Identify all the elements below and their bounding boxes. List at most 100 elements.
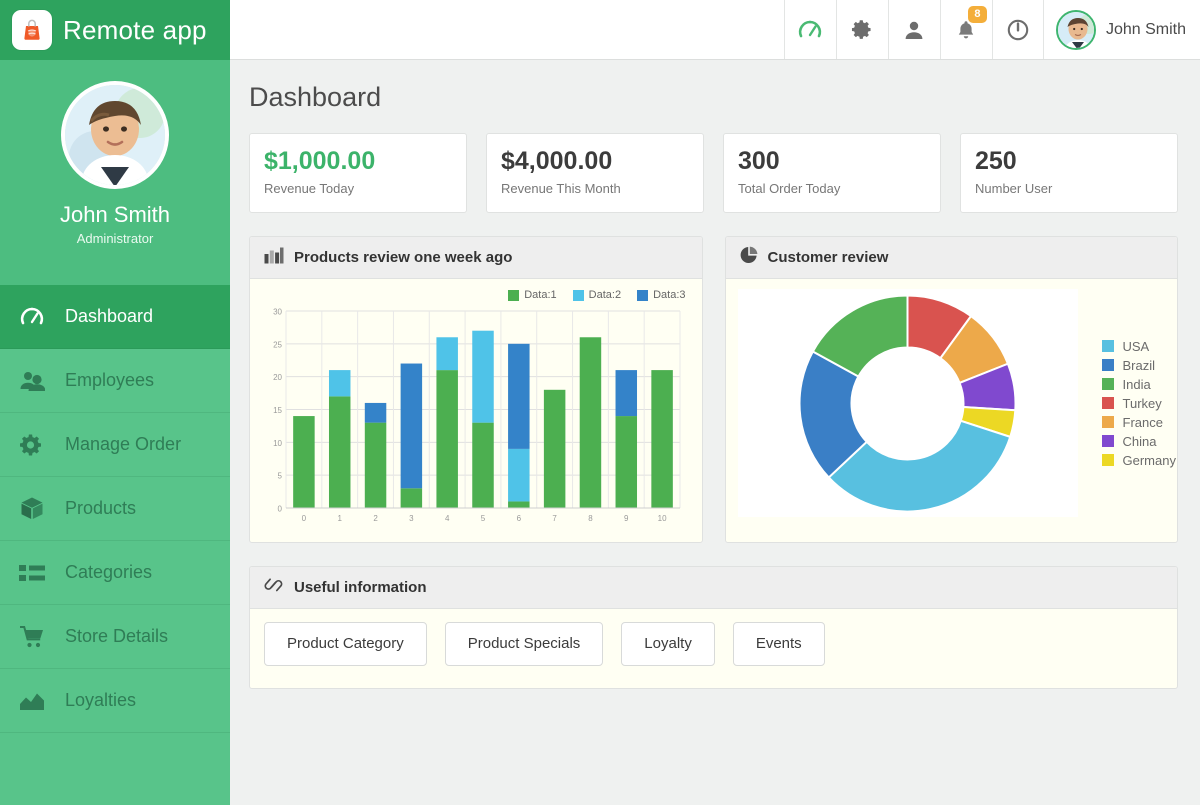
legend-label: Data:3 (653, 289, 686, 301)
sidebar-profile: John Smith Administrator (0, 60, 230, 285)
sidebar-item-employees[interactable]: Employees (0, 349, 230, 413)
panel-body: USA Brazil India Turkey France China Ger… (726, 279, 1178, 529)
bar-chart-plot: 0 5 10 15 20 25 30 0 1 2 3 4 5 6 7 8 9 10 (273, 308, 681, 523)
legend-item[interactable]: Data:2 (572, 289, 622, 301)
svg-text:2: 2 (373, 514, 378, 523)
legend-swatch (572, 289, 584, 301)
legend-swatch (637, 289, 649, 301)
svg-text:5: 5 (481, 514, 486, 523)
legend-swatch (1101, 340, 1114, 352)
sidebar-item-dashboard[interactable]: Dashboard (0, 285, 230, 349)
pie-chart-icon (740, 246, 758, 269)
svg-text:10: 10 (273, 439, 282, 448)
sidebar-item-label: Employees (65, 370, 155, 390)
sidebar-avatar (61, 81, 169, 189)
legend-item[interactable]: China (1101, 433, 1176, 449)
legend-label: France (1122, 414, 1163, 430)
legend-label: India (1122, 376, 1151, 392)
legend-item[interactable]: Brazil (1101, 358, 1176, 373)
stat-label: Total Order Today (738, 181, 841, 196)
panel-body: Data:1 Data:2 Data:3 0 5 10 15 20 25 30 0 (250, 279, 702, 542)
sidebar-item-loyalties[interactable]: Loyalties (0, 669, 230, 733)
sidebar-item-label: Manage Order (65, 434, 182, 454)
sidebar-item-products[interactable]: Products (0, 477, 230, 541)
box-icon (17, 496, 47, 521)
product-category-button[interactable]: Product Category (264, 622, 427, 666)
legend-item[interactable]: France (1101, 414, 1176, 430)
legend-swatch (1101, 378, 1114, 390)
svg-text:20: 20 (273, 373, 282, 382)
topbar-avatar (1055, 9, 1096, 50)
legend-item[interactable]: Data:1 (508, 289, 557, 301)
svg-text:3: 3 (409, 514, 414, 523)
legend-swatch (1101, 359, 1114, 371)
topbar-user-icon[interactable] (887, 0, 940, 59)
stat-card-revenue-this-month: $4,000.00 Revenue This Month (486, 133, 704, 213)
legend-label: Data:1 (524, 289, 557, 301)
topbar-user-menu[interactable]: John Smith (1044, 0, 1200, 59)
legend-label: Turkey (1122, 395, 1162, 411)
topbar-bell-icon[interactable]: 8 (939, 0, 992, 59)
svg-text:1: 1 (338, 514, 343, 523)
gauge-icon (17, 304, 47, 330)
svg-text:30: 30 (273, 308, 282, 317)
brand[interactable]: Remote app (0, 0, 230, 60)
sidebar-item-label: Categories (65, 562, 153, 582)
donut-plot-box (737, 289, 1078, 517)
legend-item[interactable]: India (1101, 376, 1176, 392)
gear-icon (17, 433, 47, 457)
svg-text:25: 25 (273, 340, 282, 349)
legend-label: Data:2 (588, 289, 622, 301)
legend-swatch (508, 289, 520, 301)
svg-text:5: 5 (278, 472, 283, 481)
product-specials-button[interactable]: Product Specials (444, 622, 604, 666)
brand-name: Remote app (63, 14, 207, 45)
legend-item[interactable]: USA (1101, 338, 1176, 354)
legend-item[interactable]: Turkey (1101, 395, 1176, 411)
svg-text:6: 6 (517, 514, 522, 523)
legend-item[interactable]: Data:3 (637, 289, 686, 301)
area-chart-icon (17, 691, 47, 711)
stat-card-number-user: 250 Number User (960, 133, 1178, 213)
sidebar-profile-name: John Smith (59, 202, 171, 227)
topbar-dashboard-gauge-icon[interactable] (783, 0, 836, 59)
sidebar-item-manage-order[interactable]: Manage Order (0, 413, 230, 477)
events-button[interactable]: Events (732, 622, 825, 666)
panel-title: Customer review (767, 249, 889, 266)
legend-item[interactable]: Germany (1101, 452, 1176, 468)
stat-value: 250 (975, 147, 1017, 175)
sidebar-item-label: Store Details (65, 626, 169, 646)
topbar-gear-icon[interactable] (835, 0, 888, 59)
svg-text:9: 9 (624, 514, 629, 523)
loyalty-button[interactable]: Loyalty (621, 622, 715, 666)
sidebar-item-label: Products (65, 498, 137, 518)
panel-header: Products review one week ago (250, 237, 702, 279)
sidebar-item-store-details[interactable]: Store Details (0, 605, 230, 669)
page-title: Dashboard (249, 82, 382, 112)
svg-text:0: 0 (302, 514, 307, 523)
legend-swatch (1101, 435, 1114, 447)
stat-label: Revenue This Month (501, 181, 621, 196)
bar-chart-icon (264, 247, 284, 269)
stat-card-group: $1,000.00 Revenue Today $4,000.00 Revenu… (249, 133, 1178, 213)
stat-card-total-order-today: 300 Total Order Today (723, 133, 941, 213)
users-icon (17, 369, 47, 393)
donut-chart-legend: USA Brazil India Turkey France China Ger… (1078, 335, 1176, 472)
sidebar-item-label: Dashboard (65, 306, 154, 326)
stat-value: 300 (738, 147, 780, 175)
app-root: Remote app 8 John Smith John Smith Admin… (0, 0, 1200, 805)
sidebar-item-categories[interactable]: Categories (0, 541, 230, 605)
stat-value: $1,000.00 (264, 147, 376, 175)
top-bar-spacer (230, 0, 784, 59)
top-bar-icon-group: 8 (783, 0, 1044, 59)
svg-text:15: 15 (273, 406, 282, 415)
legend-label: USA (1122, 338, 1150, 354)
svg-text:7: 7 (552, 514, 557, 523)
cart-icon (17, 625, 47, 649)
chart-panel-group: Products review one week ago Data:1 Data… (249, 236, 1178, 543)
topbar-power-icon[interactable] (991, 0, 1044, 59)
legend-label: China (1122, 433, 1157, 449)
legend-label: Germany (1122, 452, 1176, 468)
svg-text:4: 4 (445, 514, 450, 523)
svg-text:0: 0 (278, 505, 283, 514)
